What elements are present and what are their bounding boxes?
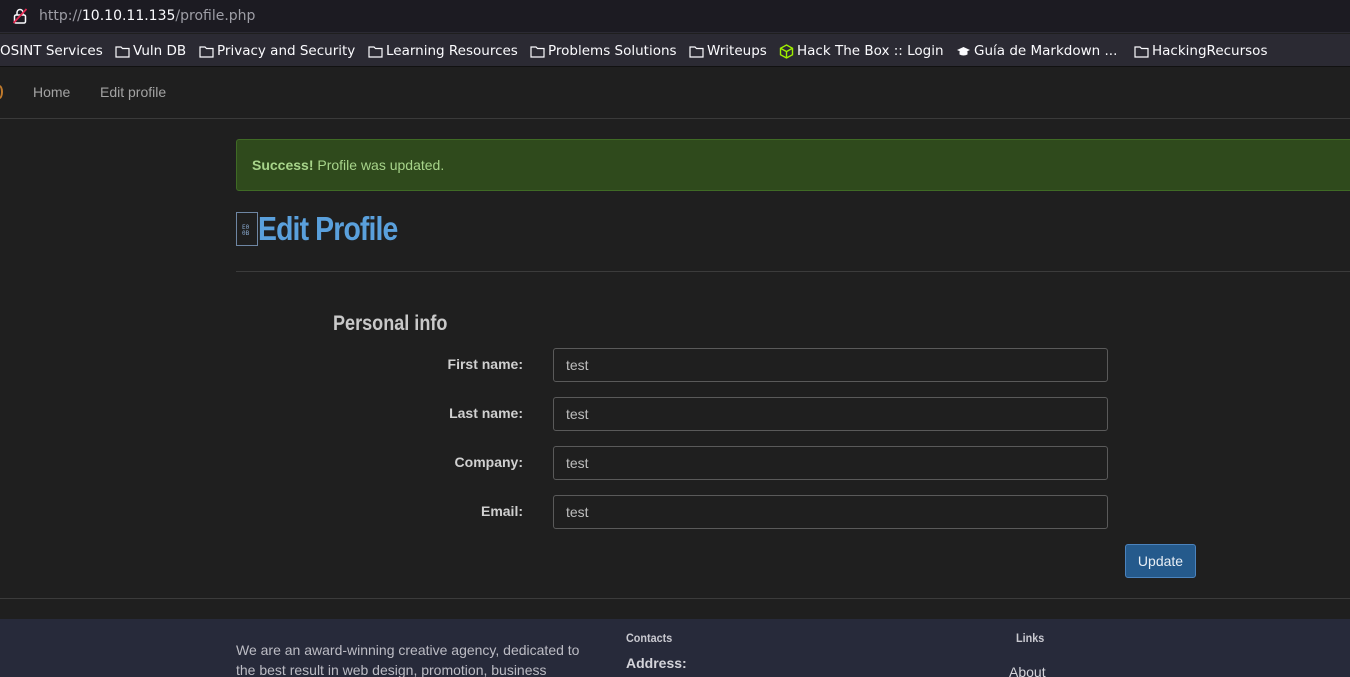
url-text[interactable]: http://10.10.11.135/profile.php (39, 8, 255, 24)
alert-message: Profile was updated. (313, 157, 445, 173)
bookmark-privacy-and-security[interactable]: Privacy and Security (199, 43, 355, 59)
url-path: /profile.php (175, 8, 256, 24)
bookmark-label: Writeups (707, 43, 767, 59)
footer-address-label: Address: (626, 655, 687, 671)
email-label: Email: (480, 503, 523, 519)
company-input[interactable] (553, 446, 1108, 480)
bookmark-label: Problems Solutions (548, 43, 677, 59)
alert-strong: Success! (252, 157, 314, 173)
success-alert: Success! Profile was updated. (236, 139, 1350, 191)
bookmark-writeups[interactable]: Writeups (689, 43, 767, 59)
site-navbar: Home Edit profile (0, 67, 1350, 119)
folder-icon (368, 45, 383, 58)
footer-contacts-heading: Contacts (626, 631, 673, 645)
broken-image-icon: E0 0B (236, 212, 258, 246)
bookmark-guia-de-markdown[interactable]: Guía de Markdown ... (956, 43, 1117, 59)
insecure-lock-icon[interactable] (13, 8, 27, 24)
bookmark-osint-services[interactable]: OSINT Services (0, 43, 103, 59)
footer-about-text: We are an award-winning creative agency,… (236, 642, 580, 677)
bookmark-hack-the-box-login[interactable]: Hack The Box :: Login (779, 43, 944, 59)
folder-icon (114, 44, 129, 57)
bookmark-label: Learning Resources (386, 43, 518, 59)
bookmark-label: OSINT Services (0, 43, 103, 59)
section-title-personal-info: Personal info (333, 312, 448, 335)
folder-icon (530, 45, 545, 58)
alert-text: Success! Profile was updated. (252, 157, 444, 173)
first-name-input[interactable] (553, 348, 1108, 382)
site-footer: We are an award-winning creative agency,… (0, 619, 1350, 677)
footer-about-link[interactable]: About (1009, 664, 1046, 677)
folder-icon (199, 45, 214, 58)
bookmark-label: HackingRecursos (1152, 43, 1268, 59)
bookmark-problems-solutions[interactable]: Problems Solutions (530, 43, 677, 59)
brand-logo[interactable] (0, 85, 3, 99)
folder-icon (1134, 45, 1149, 58)
url-scheme: http:// (39, 8, 82, 24)
folder-icon (689, 45, 704, 58)
bookmark-label: Privacy and Security (217, 43, 356, 59)
update-button[interactable]: Update (1125, 544, 1196, 578)
browser-url-bar[interactable]: http://10.10.11.135/profile.php (0, 0, 1350, 33)
url-host: 10.10.11.135 (81, 8, 176, 24)
email-input[interactable] (553, 495, 1108, 529)
page-title: Edit Profile (258, 210, 398, 247)
divider (236, 271, 1350, 272)
bookmark-hackingrecursos[interactable]: HackingRecursos (1134, 43, 1267, 59)
first-name-label: First name: (447, 356, 523, 372)
nav-home-link[interactable]: Home (33, 84, 70, 100)
bookmark-label: Hack The Box :: Login (797, 43, 944, 59)
bookmark-learning-resources[interactable]: Learning Resources (368, 43, 518, 59)
company-label: Company: (454, 454, 523, 470)
last-name-label: Last name: (449, 405, 523, 421)
last-name-input[interactable] (553, 397, 1108, 431)
bookmark-label: Guía de Markdown ... (974, 43, 1118, 59)
bookmark-label: Vuln DB (133, 43, 187, 59)
divider (0, 598, 1350, 599)
nav-edit-profile-link[interactable]: Edit profile (100, 84, 166, 100)
htb-cube-icon (779, 43, 794, 59)
bookmarks-bar: OSINT Services Vuln DB Privacy and Secur… (0, 34, 1350, 67)
footer-links-heading: Links (1016, 631, 1045, 645)
graduation-cap-icon (957, 46, 970, 55)
